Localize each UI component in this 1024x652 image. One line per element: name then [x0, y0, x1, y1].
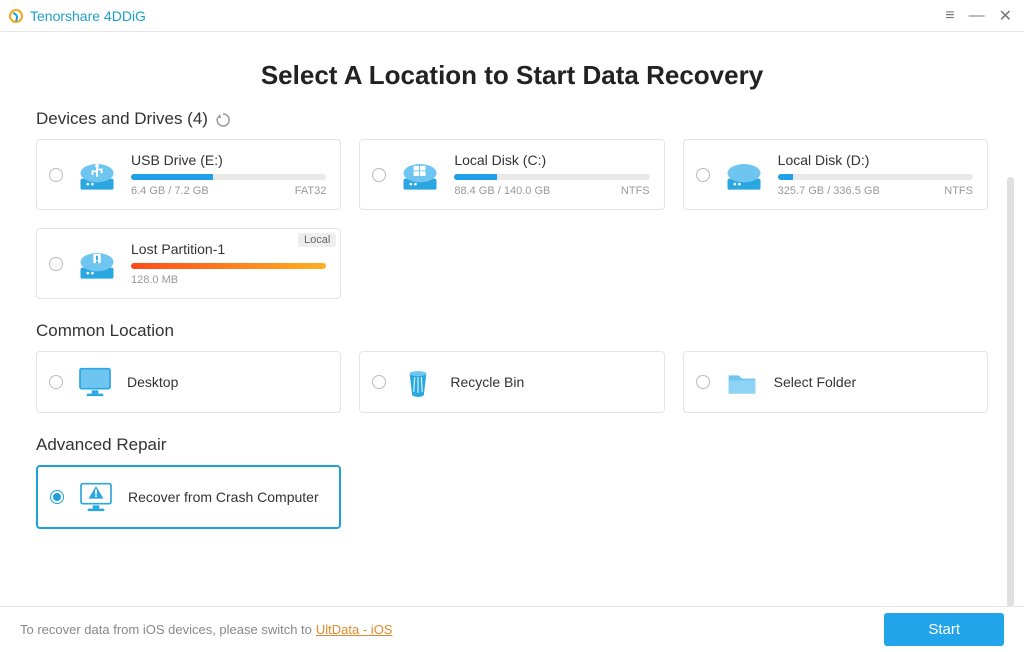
usage-bar [131, 263, 326, 269]
local-disk-icon [722, 153, 766, 197]
advanced-grid: Recover from Crash Computer [36, 465, 988, 529]
drive-name: Local Disk (C:) [454, 152, 649, 168]
app-brand: Tenorshare 4DDiG [8, 8, 146, 24]
drive-size: 6.4 GB / 7.2 GB [131, 185, 209, 197]
section-common-label: Common Location [36, 321, 174, 341]
radio-icon[interactable] [50, 490, 64, 504]
radio-icon[interactable] [696, 375, 710, 389]
location-name: Select Folder [774, 374, 973, 390]
refresh-icon[interactable] [216, 112, 230, 126]
drive-info: USB Drive (E:) 6.4 GB / 7.2 GB FAT32 [131, 152, 326, 197]
window-controls: ≡ — ✕ [945, 6, 1016, 26]
section-devices-header: Devices and Drives (4) [36, 109, 988, 129]
titlebar: Tenorshare 4DDiG ≡ — ✕ [0, 0, 1024, 32]
start-button[interactable]: Start [884, 613, 1004, 646]
folder-icon [722, 362, 762, 402]
section-common-header: Common Location [36, 321, 988, 341]
drive-subline: 88.4 GB / 140.0 GB NTFS [454, 185, 649, 197]
common-location-card[interactable]: Select Folder [683, 351, 988, 413]
app-name: Tenorshare 4DDiG [30, 8, 146, 24]
crash-computer-icon [76, 477, 116, 517]
drive-fs: NTFS [944, 185, 973, 197]
usb-drive-icon [75, 153, 119, 197]
usage-bar [131, 174, 326, 180]
radio-icon[interactable] [49, 375, 63, 389]
drive-fs: FAT32 [295, 185, 327, 197]
close-icon[interactable]: ✕ [999, 6, 1012, 26]
lost-partition-icon [75, 242, 119, 286]
footer-text: To recover data from iOS devices, please… [20, 622, 312, 637]
radio-icon[interactable] [49, 257, 63, 271]
usage-bar [778, 174, 973, 180]
recycle-bin-icon [398, 362, 438, 402]
drive-card[interactable]: USB Drive (E:) 6.4 GB / 7.2 GB FAT32 [36, 139, 341, 210]
drive-card[interactable]: Local Disk (C:) 88.4 GB / 140.0 GB NTFS [359, 139, 664, 210]
app-logo-icon [8, 8, 24, 24]
page-title: Select A Location to Start Data Recovery [36, 60, 988, 91]
radio-icon[interactable] [372, 168, 386, 182]
drive-subline: 128.0 MB [131, 274, 326, 286]
windows-disk-icon [398, 153, 442, 197]
drive-info: Local Disk (D:) 325.7 GB / 336.5 GB NTFS [778, 152, 973, 197]
section-devices-label: Devices and Drives (4) [36, 109, 208, 129]
section-advanced-header: Advanced Repair [36, 435, 988, 455]
drive-subline: 325.7 GB / 336.5 GB NTFS [778, 185, 973, 197]
drive-name: Local Disk (D:) [778, 152, 973, 168]
footer-link[interactable]: UltData - iOS [316, 622, 393, 637]
common-location-card[interactable]: Desktop [36, 351, 341, 413]
advanced-name: Recover from Crash Computer [128, 489, 325, 505]
drive-fs: NTFS [621, 185, 650, 197]
desktop-icon [75, 362, 115, 402]
drive-name: Lost Partition-1 [131, 241, 326, 257]
drive-badge: Local [298, 233, 336, 247]
drive-info: Local Disk (C:) 88.4 GB / 140.0 GB NTFS [454, 152, 649, 197]
common-location-card[interactable]: Recycle Bin [359, 351, 664, 413]
radio-icon[interactable] [696, 168, 710, 182]
drive-info: Lost Partition-1 128.0 MB [131, 241, 326, 286]
drive-size: 128.0 MB [131, 274, 178, 286]
minimize-icon[interactable]: — [969, 7, 985, 25]
location-name: Desktop [127, 374, 326, 390]
drive-card[interactable]: LocalLost Partition-1 128.0 MB [36, 228, 341, 299]
drive-subline: 6.4 GB / 7.2 GB FAT32 [131, 185, 326, 197]
drive-size: 325.7 GB / 336.5 GB [778, 185, 880, 197]
footer: To recover data from iOS devices, please… [0, 606, 1024, 652]
usage-bar [454, 174, 649, 180]
drive-size: 88.4 GB / 140.0 GB [454, 185, 550, 197]
section-advanced-label: Advanced Repair [36, 435, 166, 455]
common-grid: Desktop Recycle Bin Select Folder [36, 351, 988, 413]
drive-card[interactable]: Local Disk (D:) 325.7 GB / 336.5 GB NTFS [683, 139, 988, 210]
main-content: Select A Location to Start Data Recovery… [0, 32, 1024, 606]
radio-icon[interactable] [49, 168, 63, 182]
scrollbar[interactable] [1007, 177, 1014, 606]
menu-icon[interactable]: ≡ [945, 7, 954, 25]
radio-icon[interactable] [372, 375, 386, 389]
drive-name: USB Drive (E:) [131, 152, 326, 168]
drives-grid: USB Drive (E:) 6.4 GB / 7.2 GB FAT32 Local … [36, 139, 988, 299]
advanced-repair-card[interactable]: Recover from Crash Computer [36, 465, 341, 529]
location-name: Recycle Bin [450, 374, 649, 390]
